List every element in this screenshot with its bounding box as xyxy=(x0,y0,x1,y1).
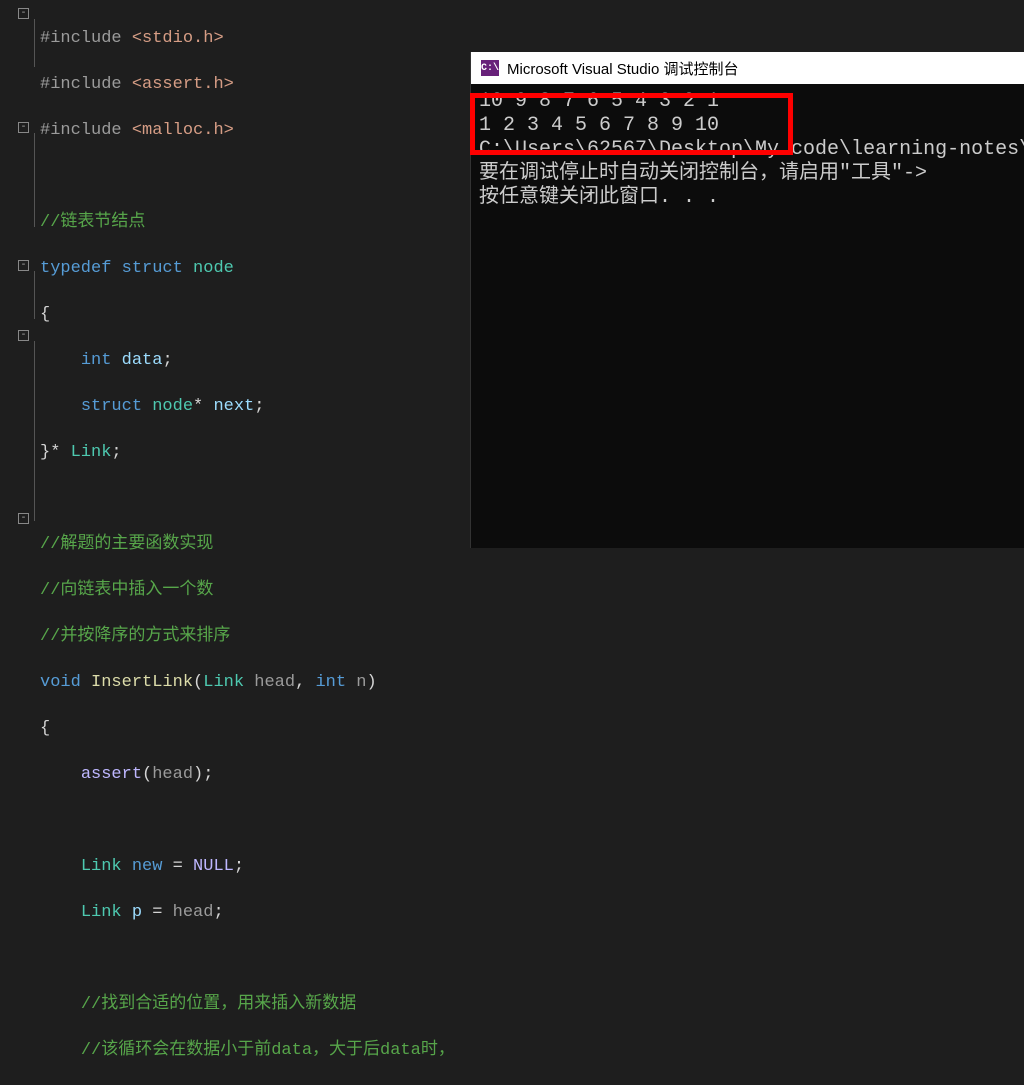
console-output: 10 9 8 7 6 5 4 3 2 11 2 3 4 5 6 7 8 9 10… xyxy=(471,84,1024,216)
code-line: Link new = NULL; xyxy=(6,855,470,878)
code-line xyxy=(6,165,470,188)
fold-toggle[interactable]: - xyxy=(18,330,29,341)
fold-line xyxy=(34,133,35,227)
code-editor[interactable]: #include <stdio.h> #include <assert.h> #… xyxy=(0,0,470,548)
code-line: { xyxy=(6,717,470,740)
code-line: #include <assert.h> xyxy=(6,73,470,96)
code-line: //链表节结点 xyxy=(6,211,470,234)
fold-line xyxy=(34,19,35,67)
console-titlebar[interactable]: C:\ Microsoft Visual Studio 调试控制台 xyxy=(471,52,1024,84)
console-line: 要在调试停止时自动关闭控制台，请启用"工具"-> xyxy=(479,162,1016,186)
code-line: Link p = head; xyxy=(6,901,470,924)
code-line: assert(head); xyxy=(6,763,470,786)
fold-line xyxy=(34,271,35,319)
code-line: #include <malloc.h> xyxy=(6,119,470,142)
code-line: typedef struct node xyxy=(6,257,470,280)
code-line: //解题的主要函数实现 xyxy=(6,533,470,556)
vs-console-icon: C:\ xyxy=(481,60,499,76)
code-line: #include <stdio.h> xyxy=(6,27,470,50)
code-line: void InsertLink(Link head, int n) xyxy=(6,671,470,694)
code-line: int data; xyxy=(6,349,470,372)
console-line: 1 2 3 4 5 6 7 8 9 10 xyxy=(479,114,1016,138)
code-line xyxy=(6,487,470,510)
code-line: //该循环会在数据小于前data，大于后data时， xyxy=(6,1039,470,1062)
code-line: //向链表中插入一个数 xyxy=(6,579,470,602)
code-line: { xyxy=(6,303,470,326)
code-line: }* Link; xyxy=(6,441,470,464)
fold-line xyxy=(34,341,35,521)
code-line: //并按降序的方式来排序 xyxy=(6,625,470,648)
console-line: 按任意键关闭此窗口. . . xyxy=(479,186,1016,210)
code-line xyxy=(6,809,470,832)
code-line: struct node* next; xyxy=(6,395,470,418)
code-line xyxy=(6,947,470,970)
debug-console-window[interactable]: C:\ Microsoft Visual Studio 调试控制台 10 9 8… xyxy=(470,52,1024,548)
code-line: //找到合适的位置，用来插入新数据 xyxy=(6,993,470,1016)
fold-toggle[interactable]: - xyxy=(18,8,29,19)
console-line: C:\Users\62567\Desktop\My code\learning-… xyxy=(479,138,1016,162)
fold-toggle[interactable]: - xyxy=(18,260,29,271)
fold-toggle[interactable]: - xyxy=(18,513,29,524)
console-line: 10 9 8 7 6 5 4 3 2 1 xyxy=(479,90,1016,114)
fold-toggle[interactable]: - xyxy=(18,122,29,133)
console-title: Microsoft Visual Studio 调试控制台 xyxy=(507,58,738,79)
